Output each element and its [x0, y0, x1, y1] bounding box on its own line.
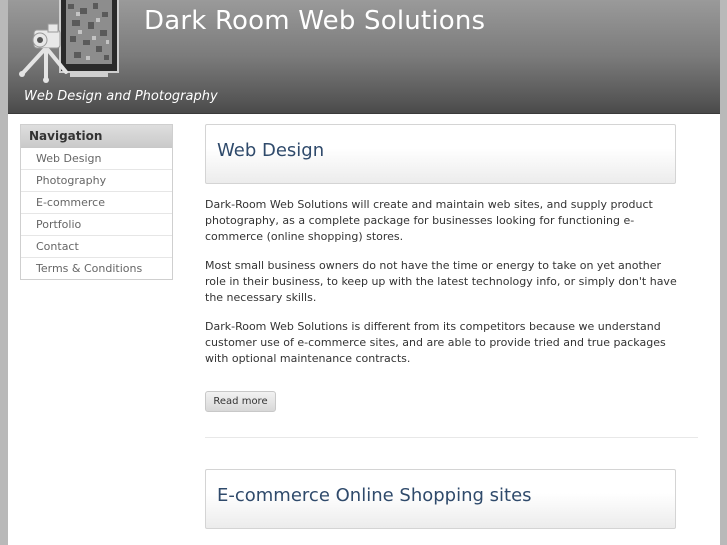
nav-item-e-commerce[interactable]: E-commerce [21, 192, 172, 214]
article-paragraph: Most small business owners do not have t… [205, 259, 677, 304]
nav-item-portfolio[interactable]: Portfolio [21, 214, 172, 236]
sidebar-navigation: Navigation Web Design Photography E-comm… [20, 124, 173, 280]
site-title[interactable]: Dark Room Web Solutions [144, 6, 485, 36]
article-title-e-commerce[interactable]: E-commerce Online Shopping sites [217, 485, 532, 506]
article-body: Dark-Room Web Solutions will create and … [205, 197, 685, 367]
article-title-web-design[interactable]: Web Design [217, 140, 324, 161]
page: Dark Room Web Solutions Web Design and P… [8, 0, 720, 545]
sidebar-title: Navigation [21, 125, 172, 148]
article-title-box: E-commerce Online Shopping sites [205, 469, 676, 529]
camera-monitor-logo-icon [19, 0, 119, 83]
article-paragraph: Dark-Room Web Solutions is different fro… [205, 320, 666, 365]
article-paragraph: Dark-Room Web Solutions will create and … [205, 198, 653, 243]
article-title-box: Web Design [205, 124, 676, 184]
nav-item-web-design[interactable]: Web Design [21, 148, 172, 170]
article-divider [205, 437, 698, 438]
nav-item-contact[interactable]: Contact [21, 236, 172, 258]
nav-item-photography[interactable]: Photography [21, 170, 172, 192]
nav-item-terms-conditions[interactable]: Terms & Conditions [21, 258, 172, 279]
read-more-button[interactable]: Read more [205, 391, 276, 412]
site-header: Dark Room Web Solutions Web Design and P… [8, 0, 720, 114]
site-tagline: Web Design and Photography [24, 89, 218, 104]
